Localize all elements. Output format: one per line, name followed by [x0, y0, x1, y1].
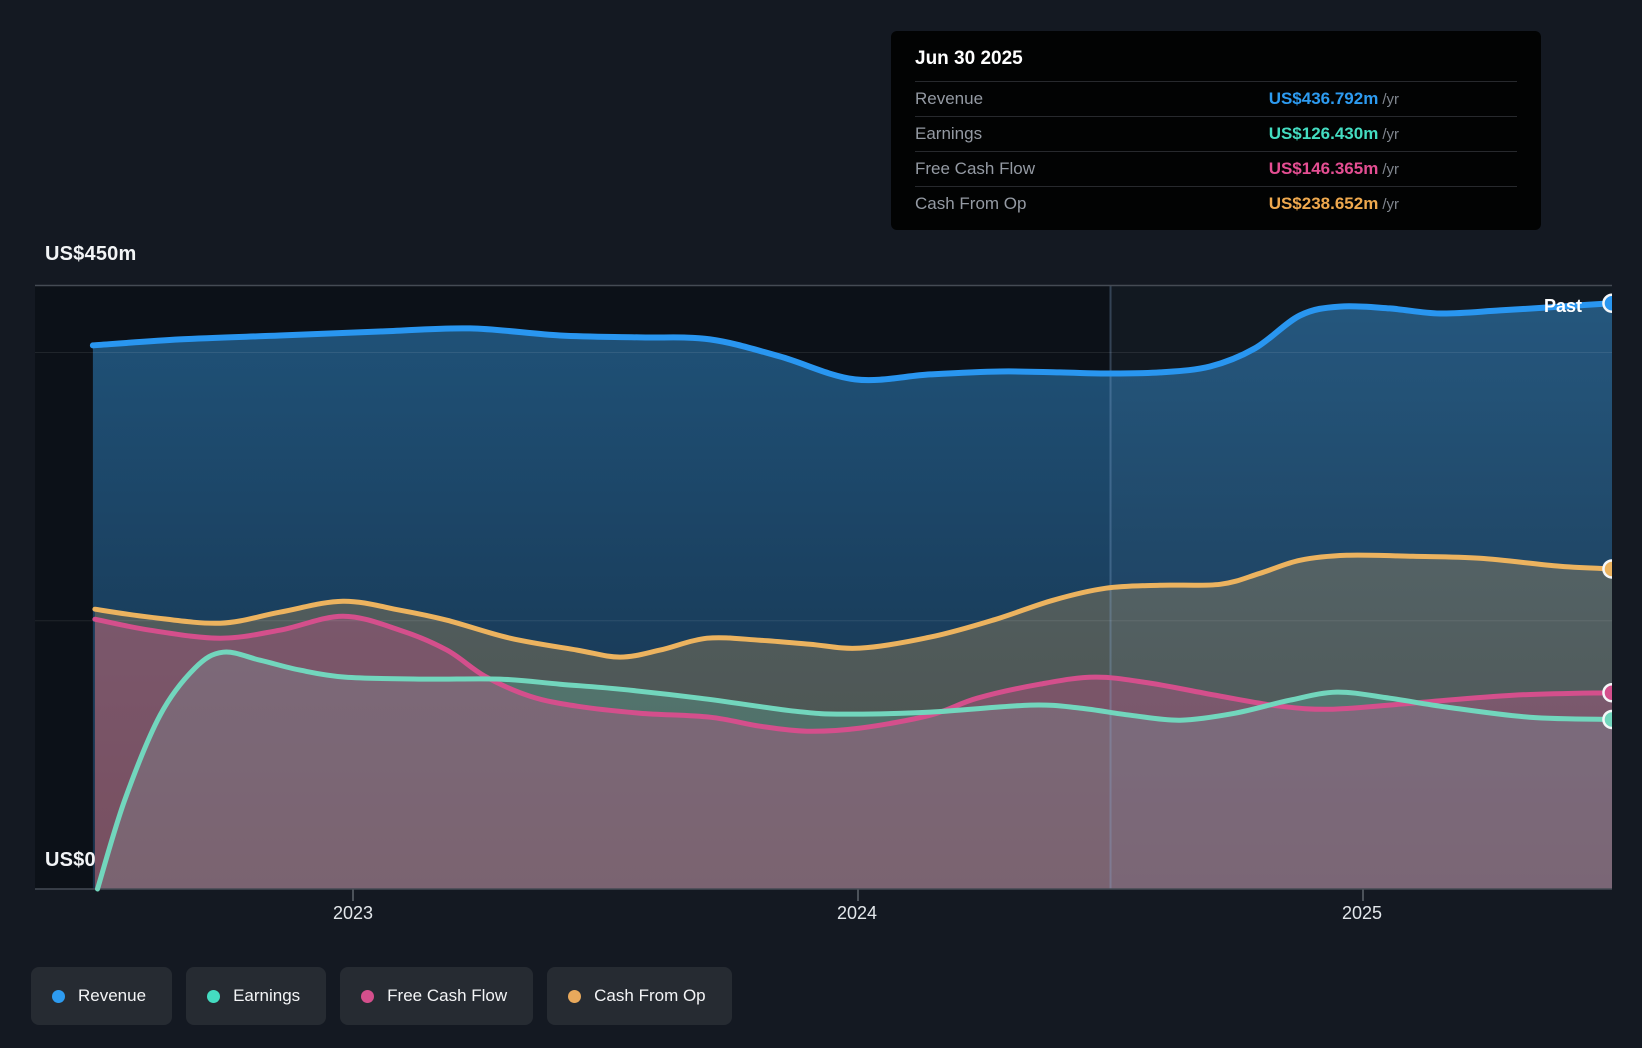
x-tick-label-2023: 2023: [332, 903, 374, 923]
legend-label: Free Cash Flow: [387, 986, 508, 1005]
tooltip-date: Jun 30 2025: [915, 48, 1023, 69]
chart-tooltip: Jun 30 2025 Revenue US$436.792m/yr Earni…: [891, 31, 1541, 230]
cash-from-op-dot-icon: [568, 989, 582, 1003]
tooltip-suffix: /yr: [1382, 161, 1399, 178]
end-marker-cash-from-op: [1602, 559, 1612, 579]
tooltip-value-group: US$146.365m/yr: [1269, 159, 1399, 179]
tooltip-value: US$436.792m: [1268, 89, 1379, 108]
legend-label: Cash From Op: [594, 986, 706, 1005]
legend-chip-free-cash-flow[interactable]: Free Cash Flow: [340, 967, 534, 1025]
tooltip-value-group: US$126.430m/yr: [1269, 124, 1399, 144]
x-tick-label-2025: 2025: [1341, 903, 1383, 923]
x-tick-label-2024: 2024: [836, 903, 878, 923]
y-axis-label-top: US$450m: [45, 243, 137, 265]
tooltip-row-cash-from-op: Cash From Op US$238.652m/yr: [915, 186, 1517, 221]
tooltip-value: US$146.365m: [1268, 159, 1379, 178]
tooltip-suffix: /yr: [1382, 196, 1399, 213]
legend-chip-cash-from-op[interactable]: Cash From Op: [547, 967, 732, 1025]
tooltip-value-group: US$238.652m/yr: [1269, 194, 1399, 214]
tooltip-value: US$238.652m: [1268, 194, 1379, 213]
legend-chip-revenue[interactable]: Revenue: [31, 967, 173, 1025]
end-marker-free-cash-flow: [1602, 682, 1612, 703]
tooltip-label: Free Cash Flow: [915, 159, 1035, 178]
tooltip-row-free-cash-flow: Free Cash Flow US$146.365m/yr: [915, 151, 1517, 186]
legend-label: Earnings: [233, 986, 301, 1005]
tooltip-value: US$126.430m: [1268, 124, 1379, 143]
earnings-dot-icon: [207, 989, 221, 1003]
past-region-label: Past: [1544, 296, 1583, 316]
free-cash-flow-dot-icon: [361, 989, 375, 1003]
tooltip-suffix: /yr: [1382, 91, 1399, 108]
end-marker-revenue: [1602, 293, 1612, 313]
tooltip-label: Revenue: [915, 89, 984, 108]
legend-label: Revenue: [78, 986, 147, 1005]
tooltip-value-group: US$436.792m/yr: [1269, 89, 1399, 109]
legend-chip-earnings[interactable]: Earnings: [186, 967, 327, 1025]
revenue-dot-icon: [52, 989, 65, 1003]
past-earnings-chart-panel: US$450m US$0 2023 2024 2025 Past Jun 30 …: [0, 0, 1642, 1048]
chart-legend: Revenue Earnings Free Cash Flow Cash Fro…: [31, 967, 732, 1025]
y-axis-label-zero: US$0: [45, 849, 96, 871]
tooltip-label: Cash From Op: [915, 194, 1027, 213]
tooltip-label: Earnings: [915, 124, 983, 143]
tooltip-row-revenue: Revenue US$436.792m/yr: [915, 81, 1517, 116]
end-marker-earnings: [1602, 709, 1612, 730]
tooltip-row-earnings: Earnings US$126.430m/yr: [915, 116, 1517, 151]
tooltip-suffix: /yr: [1382, 126, 1399, 143]
x-axis-ticks: [352, 889, 1364, 901]
